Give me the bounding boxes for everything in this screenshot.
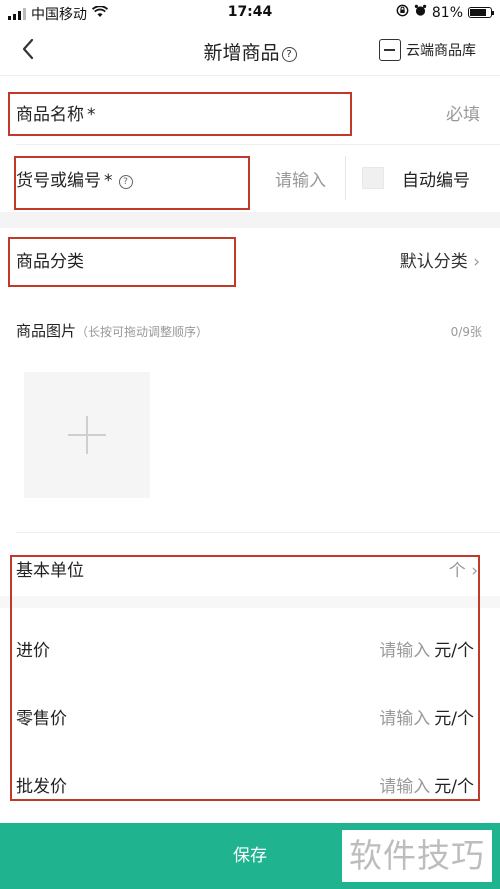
wholesale-price-field[interactable]: 请输入 元/个 xyxy=(379,772,474,797)
image-count: 0/9张 xyxy=(450,325,482,339)
product-code-input[interactable]: 请输入 xyxy=(275,166,326,191)
chevron-right-icon: › xyxy=(471,561,478,581)
cloud-library-icon xyxy=(379,39,401,61)
divider xyxy=(16,532,500,533)
section-gap xyxy=(0,596,500,608)
base-unit-value[interactable]: 个 › xyxy=(449,556,478,581)
alarm-icon xyxy=(414,4,427,21)
product-code-label: 货号或编号 *? xyxy=(16,166,133,191)
product-images-header: 商品图片（长按可拖动调整顺序） 0/9张 xyxy=(0,320,500,344)
status-right: 81% xyxy=(396,4,494,21)
watermark: 软件技巧 xyxy=(342,830,492,882)
purchase-price-row: 进价 请输入 元/个 xyxy=(0,636,500,666)
cloud-library-label: 云端商品库 xyxy=(406,43,476,59)
product-category-label: 商品分类 xyxy=(16,252,84,272)
battery-percent: 81% xyxy=(431,4,463,21)
base-unit-row[interactable]: 基本单位 个 › xyxy=(0,556,500,586)
base-unit-label: 基本单位 xyxy=(16,561,84,581)
code-help-icon[interactable]: ? xyxy=(118,175,133,189)
purchase-price-field[interactable]: 请输入 元/个 xyxy=(379,636,474,661)
retail-price-row: 零售价 请输入 元/个 xyxy=(0,704,500,734)
help-icon[interactable]: ? xyxy=(281,47,297,62)
retail-price-field[interactable]: 请输入 元/个 xyxy=(379,704,474,729)
chevron-right-icon: › xyxy=(473,252,480,272)
retail-price-label: 零售价 xyxy=(16,709,67,729)
product-category-row[interactable]: 商品分类 默认分类 › xyxy=(0,243,500,279)
product-category-value[interactable]: 默认分类 › xyxy=(400,247,480,272)
nav-bar: 新增商品? 云端商品库 xyxy=(0,26,500,76)
orientation-lock-icon xyxy=(396,4,409,21)
purchase-price-input[interactable]: 请输入 xyxy=(379,641,430,661)
product-code-row: 货号或编号 *? 请输入 自动编号 xyxy=(0,160,500,196)
wholesale-price-row: 批发价 请输入 元/个 xyxy=(0,772,500,802)
section-gap xyxy=(0,212,500,228)
product-name-row[interactable]: 商品名称 * 必填 xyxy=(0,96,500,132)
wholesale-price-input[interactable]: 请输入 xyxy=(379,777,430,797)
cloud-library-button[interactable]: 云端商品库 xyxy=(379,39,476,61)
auto-code-label[interactable]: 自动编号 xyxy=(402,166,470,191)
purchase-price-label: 进价 xyxy=(16,641,50,661)
product-name-input[interactable]: 必填 xyxy=(446,100,480,125)
page-title-text: 新增商品 xyxy=(203,42,280,64)
battery-icon xyxy=(468,7,494,18)
add-image-button[interactable] xyxy=(24,372,150,498)
product-name-label: 商品名称 * xyxy=(16,105,96,125)
product-images-label: 商品图片（长按可拖动调整顺序） xyxy=(16,322,209,340)
divider xyxy=(16,144,500,145)
wholesale-price-label: 批发价 xyxy=(16,777,67,797)
status-bar: 中国移动 17:44 81% xyxy=(0,0,500,26)
highlight-box xyxy=(10,555,480,801)
vertical-separator xyxy=(345,156,346,200)
retail-price-input[interactable]: 请输入 xyxy=(379,709,430,729)
auto-code-checkbox[interactable] xyxy=(362,167,384,189)
